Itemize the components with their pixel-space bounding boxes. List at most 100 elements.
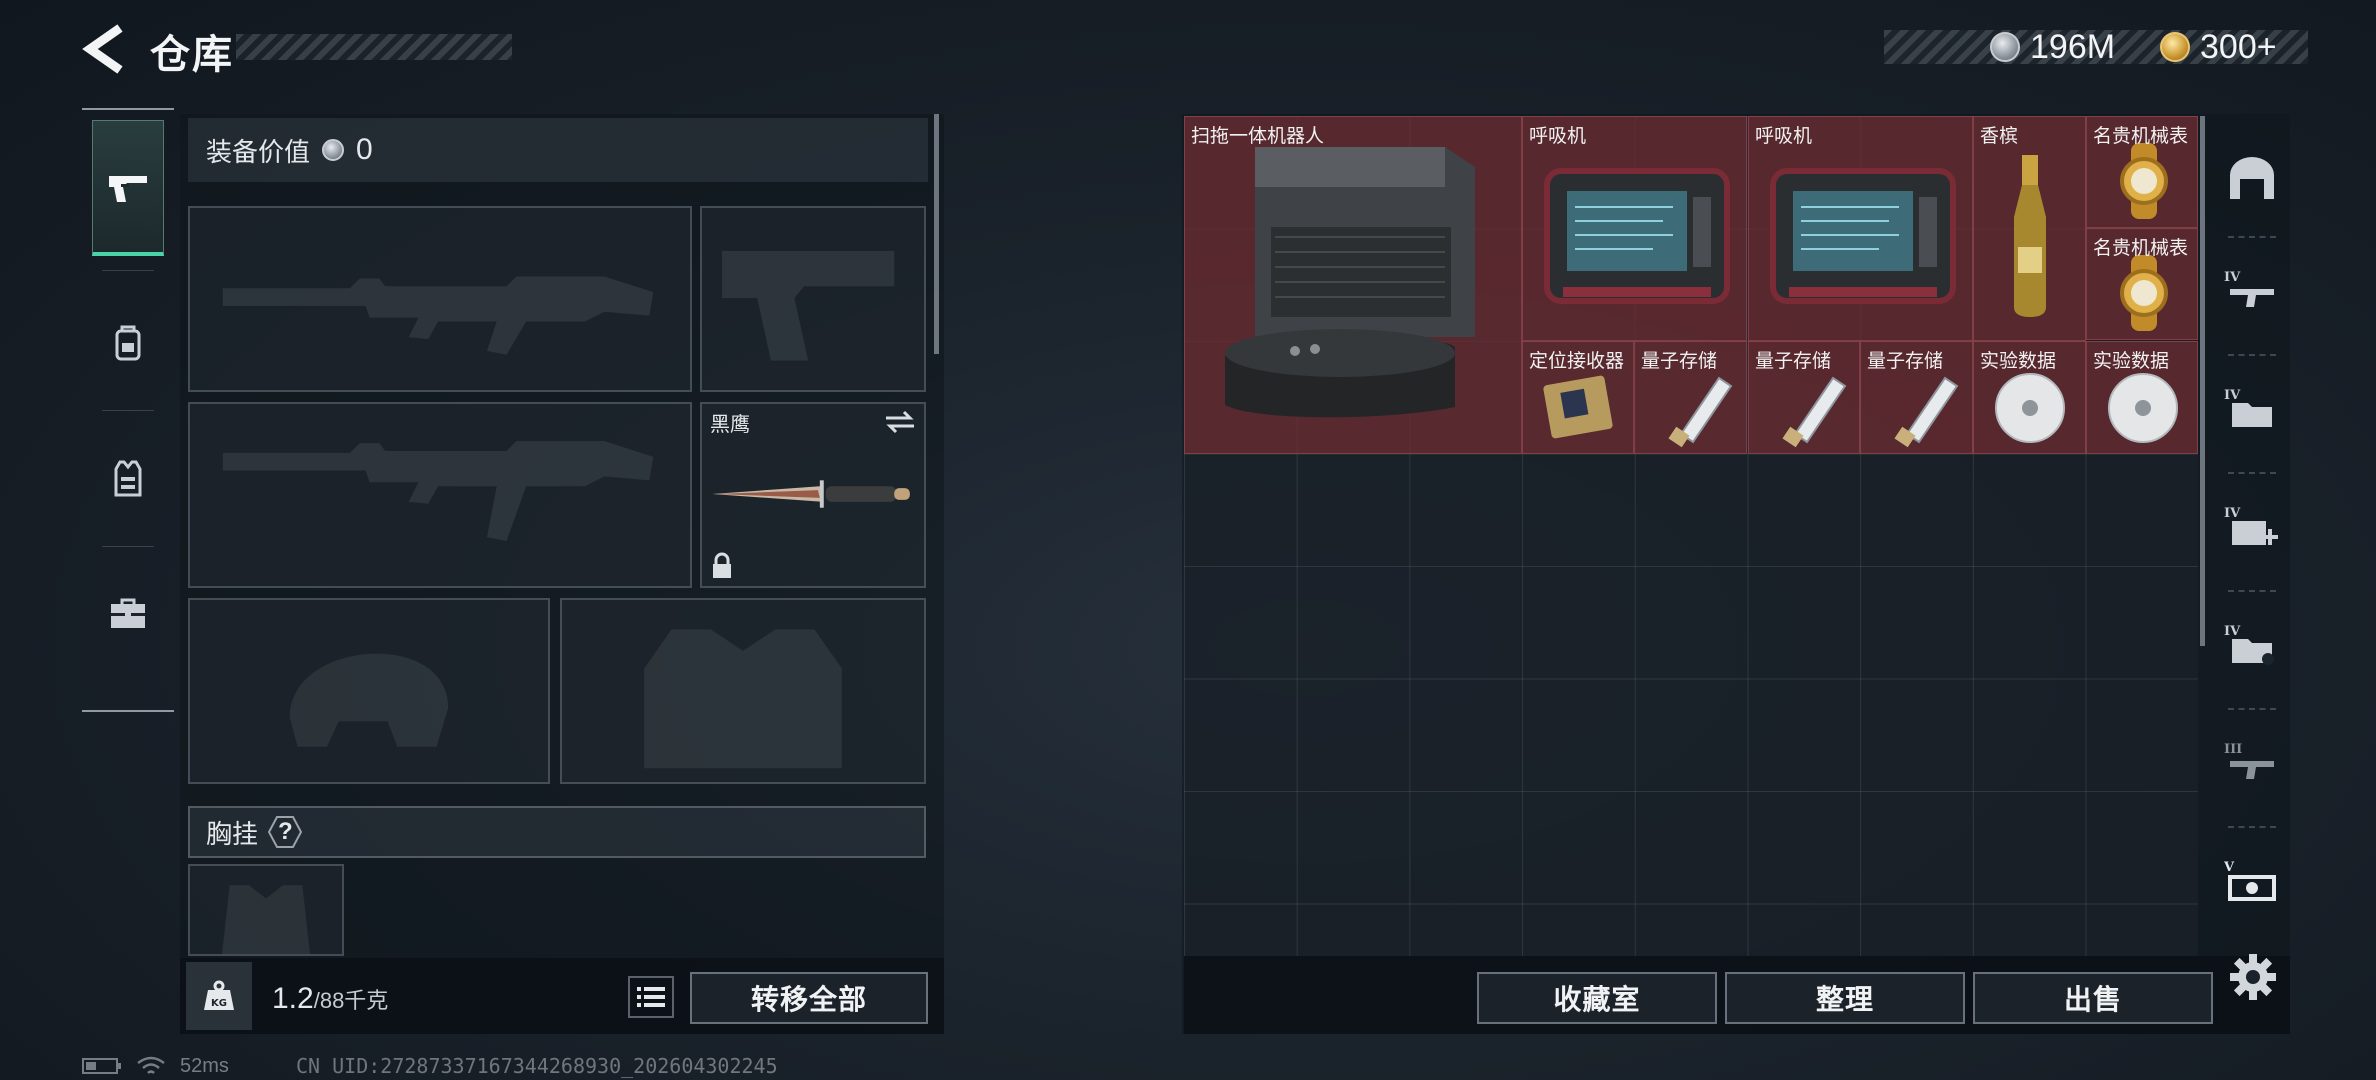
svg-text:V: V — [2224, 860, 2235, 875]
storage-item-quantum-storage[interactable]: 量子存储 — [1748, 341, 1860, 454]
loadout-sidebar — [82, 108, 174, 712]
item-name: 实验数据 — [1980, 351, 2057, 372]
carry-weight: 1.2/88千克 — [272, 982, 388, 1016]
storage-item-champagne[interactable]: 香槟 — [1973, 116, 2086, 341]
weapon-box-icon: IV — [2224, 270, 2274, 307]
battery-icon — [82, 1058, 121, 1074]
svg-text:IV: IV — [2224, 270, 2241, 285]
item-name: 量子存储 — [1755, 351, 1832, 372]
champagne-icon — [2014, 155, 2046, 317]
storage-item-ventilator[interactable]: 呼吸机 — [1748, 116, 1973, 341]
pistol-silhouette-icon — [722, 251, 895, 361]
storage-item-gold-watch[interactable]: 名贵机械表 — [2086, 228, 2198, 340]
chest-rig-header: 胸挂 ? — [188, 806, 926, 858]
gold-coin-icon — [2160, 32, 2190, 62]
medkit-icon: IV — [2224, 506, 2278, 545]
robot-vacuum-icon — [1225, 147, 1475, 418]
list-view-button[interactable] — [628, 976, 674, 1018]
armor-slot[interactable] — [560, 598, 926, 784]
storage-item-experiment-data[interactable]: 实验数据 — [2086, 341, 2198, 454]
rifle-silhouette-icon — [222, 276, 654, 355]
title-decoration — [236, 34, 512, 60]
storage-item-gps-receiver[interactable]: 定位接收器 — [1522, 341, 1634, 454]
armor-silhouette-icon — [644, 629, 842, 769]
svg-text:III: III — [2224, 742, 2242, 757]
storage-item-quantum-storage[interactable]: 量子存储 — [1634, 341, 1747, 454]
gold-amount: 300+ — [2200, 27, 2277, 66]
category-all-button[interactable] — [2222, 128, 2282, 228]
item-name: 扫拖一体机器人 — [1191, 126, 1325, 147]
helmet-silhouette-icon — [289, 653, 449, 747]
weight-kg-icon: KG — [204, 980, 234, 1010]
list-icon — [637, 987, 665, 1007]
equipment-value-bar: 装备价值 0 — [188, 118, 928, 182]
sell-button[interactable]: 出售 — [1973, 972, 2213, 1024]
item-name: 名贵机械表 — [2093, 238, 2189, 259]
equipment-value: 0 — [356, 133, 373, 166]
chest-rig-silhouette-icon — [222, 885, 310, 954]
ammo-box-icon: IV — [2224, 624, 2274, 665]
sidebar-case-tab[interactable] — [92, 546, 164, 682]
equipment-value-label: 装备价值 — [206, 136, 311, 167]
category-weapons-button[interactable]: IV — [2222, 240, 2282, 340]
chest-rig-label: 胸挂 — [206, 818, 259, 849]
sidebar-vest-tab[interactable] — [92, 410, 164, 546]
uid-text: CN UID:272873371673442689​30_20260430224… — [296, 1054, 778, 1078]
sidearm-slot[interactable] — [700, 206, 926, 392]
chest-rig-slot[interactable] — [188, 864, 344, 956]
equipment-scrollbar[interactable] — [934, 114, 939, 354]
storage-item-ventilator[interactable]: 呼吸机 — [1522, 116, 1747, 341]
organize-button[interactable]: 整理 — [1725, 972, 1965, 1024]
vest-icon — [114, 460, 142, 497]
item-name: 呼吸机 — [1755, 126, 1813, 147]
primary-weapon-slot[interactable] — [188, 206, 692, 392]
storage-item-robot-vacuum[interactable]: 扫拖一体机器人 — [1184, 116, 1522, 454]
item-name: 定位接收器 — [1529, 351, 1625, 372]
item-name: 量子存储 — [1641, 351, 1718, 372]
ping-value: 52ms — [180, 1054, 229, 1077]
collection-room-button[interactable]: 收藏室 — [1477, 972, 1717, 1024]
svg-text:IV: IV — [2224, 388, 2241, 403]
category-folders-button[interactable]: IV — [2222, 358, 2282, 458]
ventilator-icon — [1770, 168, 1956, 304]
back-arrow-icon[interactable] — [82, 24, 128, 74]
warehouse-icon — [2230, 157, 2274, 199]
help-glyph: ? — [278, 818, 293, 845]
gear-box-icon: III — [2224, 742, 2274, 779]
carry-weight-max: /88千克 — [313, 988, 389, 1013]
silver-currency[interactable]: 196M — [1990, 24, 2115, 70]
category-collection-button[interactable]: V — [2222, 830, 2282, 930]
category-gear-button[interactable]: III — [2222, 712, 2282, 812]
transfer-all-button[interactable]: 转移全部 — [690, 972, 928, 1024]
knife-icon — [712, 480, 910, 508]
secondary-weapon-slot[interactable] — [188, 402, 692, 588]
item-name: 呼吸机 — [1529, 126, 1587, 147]
sidebar-backpack-tab[interactable] — [92, 274, 164, 410]
storage-item-experiment-data[interactable]: 实验数据 — [1973, 341, 2086, 454]
storage-item-gold-watch[interactable]: 名贵机械表 — [2086, 116, 2198, 228]
weight-button[interactable]: KG — [186, 962, 252, 1030]
category-ammo-button[interactable]: IV — [2222, 594, 2282, 694]
silver-amount: 196M — [2030, 27, 2116, 66]
silver-coin-icon — [1990, 32, 2020, 62]
gold-currency[interactable]: 300+ — [2160, 24, 2277, 70]
storage-scrollbar[interactable] — [2200, 116, 2205, 646]
svg-text:IV: IV — [2224, 506, 2241, 521]
helmet-slot[interactable] — [188, 598, 550, 784]
item-name: 实验数据 — [2093, 351, 2170, 372]
carry-weight-current: 1.2 — [272, 982, 314, 1015]
svg-text:IV: IV — [2224, 624, 2241, 639]
backpack-icon — [115, 325, 141, 361]
wifi-icon — [137, 1056, 165, 1074]
storage-category-bar: IV IV IV IV III V — [2212, 114, 2290, 954]
category-medical-button[interactable]: IV — [2222, 476, 2282, 576]
item-name: 名贵机械表 — [2093, 126, 2189, 147]
storage-item-quantum-storage[interactable]: 量子存储 — [1860, 341, 1973, 454]
folder-icon: IV — [2224, 388, 2272, 427]
melee-slot[interactable]: 黑鹰 — [700, 402, 926, 588]
toolbox-icon — [111, 598, 145, 628]
help-icon[interactable]: ? — [268, 815, 303, 849]
settings-gear-icon[interactable] — [2226, 950, 2280, 1004]
pistol-icon — [109, 175, 147, 202]
sidebar-weapons-tab[interactable] — [92, 120, 164, 256]
